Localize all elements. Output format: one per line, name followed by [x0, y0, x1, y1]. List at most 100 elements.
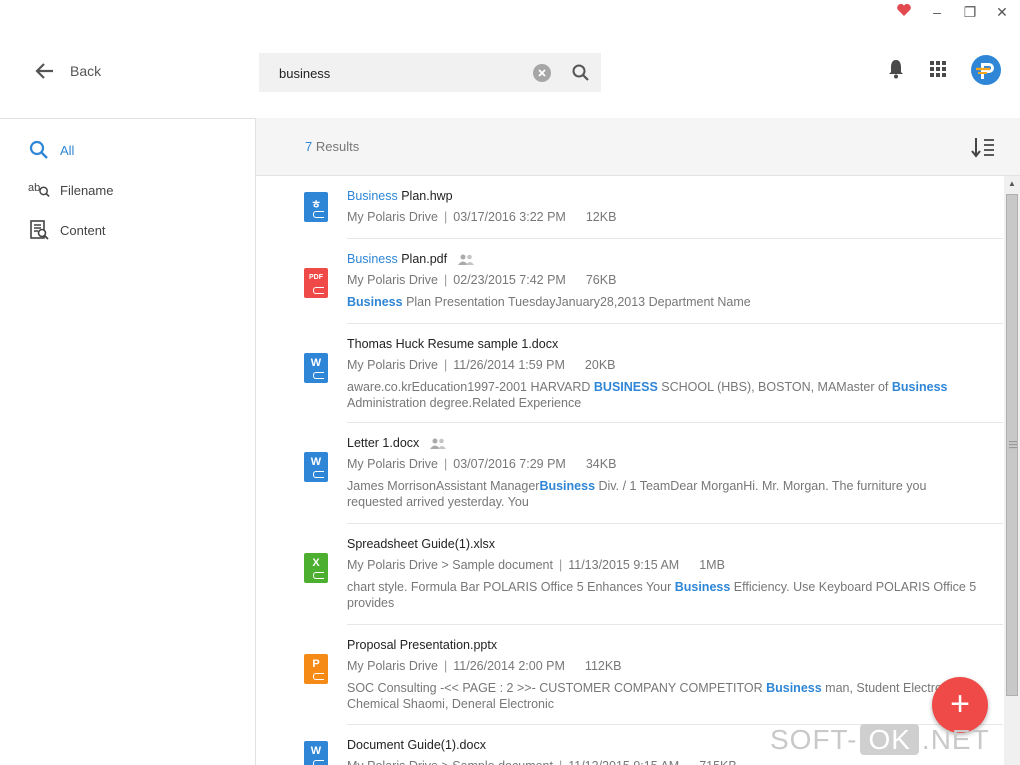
sidebar-item-content[interactable]: Content — [28, 218, 106, 242]
meta-separator: | — [444, 210, 448, 224]
meta-separator: | — [558, 558, 563, 572]
bell-icon[interactable] — [884, 57, 908, 81]
file-name: Business Plan.hwp — [347, 189, 453, 203]
file-name: Business Plan.pdf — [347, 252, 475, 266]
search-box — [259, 53, 601, 92]
close-button[interactable]: ✕ — [990, 2, 1014, 22]
snippet-text: Administration degree.Related Experience — [347, 396, 582, 410]
file-meta: My Polaris Drive | 03/07/2016 7:29 PM 34KB — [347, 457, 616, 471]
file-date: 11/26/2014 1:59 PM — [453, 358, 565, 372]
result-item[interactable]: PDF Business Plan.pdf My Polaris Drive | 02/… — [256, 239, 1004, 324]
clear-search-icon[interactable] — [533, 64, 551, 82]
result-item[interactable]: X Spreadsheet Guide(1).xlsx My Polaris Dri… — [256, 524, 1004, 625]
file-icon-letter: PDF — [309, 274, 323, 281]
docx-file-icon: W — [304, 452, 328, 482]
xlsx-file-icon: X — [304, 553, 328, 583]
back-arrow-icon — [35, 63, 53, 79]
file-icon-decoration — [313, 760, 324, 765]
file-date: 02/23/2015 7:42 PM — [453, 273, 566, 287]
file-meta: My Polaris Drive | 11/26/2014 2:00 PM 112KB — [347, 659, 622, 673]
file-size: 12KB — [585, 210, 617, 224]
filename-search-icon: ab — [28, 179, 50, 201]
file-name-text: Thomas Huck Resume sample 1.docx — [347, 337, 559, 351]
scrollbar[interactable]: ▲ — — — — [1004, 176, 1020, 765]
content-snippet: chart style. Formula Bar POLARIS Office … — [347, 579, 977, 611]
svg-text:ab: ab — [28, 182, 40, 194]
file-icon-decoration — [313, 372, 324, 379]
file-size: 715KB — [699, 759, 737, 765]
snippet-highlight: BUSINESS — [593, 380, 658, 394]
watermark-pre: SOFT- — [770, 724, 858, 755]
file-icon-decoration — [313, 673, 324, 680]
file-date: 11/13/2015 9:15 AM — [568, 558, 680, 572]
heart-shape — [897, 3, 911, 16]
apps-grid-icon[interactable] — [926, 57, 950, 81]
file-icon-decoration — [313, 572, 324, 579]
file-name: Spreadsheet Guide(1).xlsx — [347, 537, 495, 551]
search-icon[interactable] — [571, 63, 591, 83]
file-name: Thomas Huck Resume sample 1.docx — [347, 337, 558, 351]
file-name-highlight: Business — [347, 252, 398, 266]
content-snippet: James MorrisonAssistant ManagerBusiness … — [347, 478, 977, 510]
watermark-box: OK — [860, 724, 919, 755]
file-name-text: Proposal Presentation.pptx — [347, 638, 498, 652]
file-location: My Polaris Drive — [347, 358, 438, 372]
file-name-text: Spreadsheet Guide(1).xlsx — [347, 537, 495, 551]
file-location: My Polaris Drive — [347, 659, 438, 673]
file-date: 03/07/2016 7:29 PM — [453, 457, 566, 471]
result-item[interactable]: P Proposal Presentation.pptx My Polaris Dr… — [256, 625, 1004, 725]
search-input[interactable] — [277, 62, 521, 84]
snippet-highlight: Business — [539, 479, 596, 493]
file-meta: My Polaris Drive | 03/17/2016 3:22 PM 12KB — [347, 210, 616, 224]
snippet-text: James MorrisonAssistant Manager — [347, 479, 540, 493]
meta-separator: | — [444, 659, 448, 673]
snippet-highlight: Business — [891, 380, 948, 394]
result-item[interactable]: ㅎ Business Plan.hwp My Polaris Drive | 03/17… — [256, 176, 1004, 239]
scroll-up-arrow-icon[interactable]: ▲ — [1004, 176, 1020, 192]
file-location: My Polaris Drive — [347, 457, 438, 471]
results-count: 7 Results — [305, 139, 359, 154]
back-label: Back — [70, 63, 102, 79]
restore-button[interactable]: ❐ — [958, 2, 982, 22]
snippet-text: chart style. Formula Bar POLARIS Office … — [347, 580, 675, 594]
shared-users-icon — [430, 438, 447, 449]
file-size: 34KB — [585, 457, 617, 471]
hwp-file-icon: ㅎ — [304, 192, 328, 222]
snippet-highlight: Business — [674, 580, 731, 594]
file-icon-letter: ㅎ — [310, 199, 322, 211]
heart-icon[interactable] — [892, 2, 916, 22]
file-meta: My Polaris Drive > Sample document | 11/13… — [347, 759, 737, 765]
result-item[interactable]: W Letter 1.docx My Polaris Drive | 03/07/201… — [256, 423, 1004, 524]
result-item[interactable]: W Thomas Huck Resume sample 1.docx My Pola… — [256, 324, 1004, 423]
sidebar-item-label: Content — [60, 222, 106, 238]
sidebar-item-label: Filename — [60, 182, 114, 198]
sidebar-item-filename[interactable]: ab Filename — [28, 178, 113, 202]
file-date: 11/26/2014 2:00 PM — [453, 659, 565, 673]
minimize-button[interactable]: – — [925, 2, 949, 22]
snippet-text: SCHOOL (HBS), BOSTON, MAMaster of — [657, 380, 892, 394]
file-name-text: Document Guide(1).docx — [347, 738, 486, 752]
meta-separator: | — [444, 358, 448, 372]
file-size: 76KB — [585, 273, 617, 287]
account-avatar[interactable] — [970, 54, 1002, 86]
file-location: My Polaris Drive > Sample document — [347, 558, 553, 572]
meta-separator: | — [444, 273, 448, 287]
scrollbar-thumb[interactable]: — — — — [1006, 194, 1018, 696]
file-date: 03/17/2016 3:22 PM — [453, 210, 566, 224]
back-button[interactable]: Back — [34, 58, 101, 84]
file-icon-letter: W — [310, 456, 322, 468]
content-snippet: SOC Consulting -<< PAGE : 2 >>- CUSTOMER… — [347, 680, 977, 712]
content-search-icon — [28, 219, 50, 241]
sidebar-item-all[interactable]: All — [28, 138, 74, 162]
sort-icon[interactable] — [970, 135, 996, 159]
file-meta: My Polaris Drive | 11/26/2014 1:59 PM 20KB — [347, 358, 616, 372]
file-meta: My Polaris Drive | 02/23/2015 7:42 PM 76KB — [347, 273, 616, 287]
sidebar-item-label: All — [60, 142, 75, 158]
meta-separator: | — [444, 457, 448, 471]
file-icon-letter: P — [312, 658, 320, 670]
file-location: My Polaris Drive — [347, 210, 438, 224]
file-size: 112KB — [584, 659, 622, 673]
search-icon — [28, 139, 50, 161]
results-count-label: Results — [312, 139, 360, 154]
file-size: 1MB — [699, 558, 725, 572]
